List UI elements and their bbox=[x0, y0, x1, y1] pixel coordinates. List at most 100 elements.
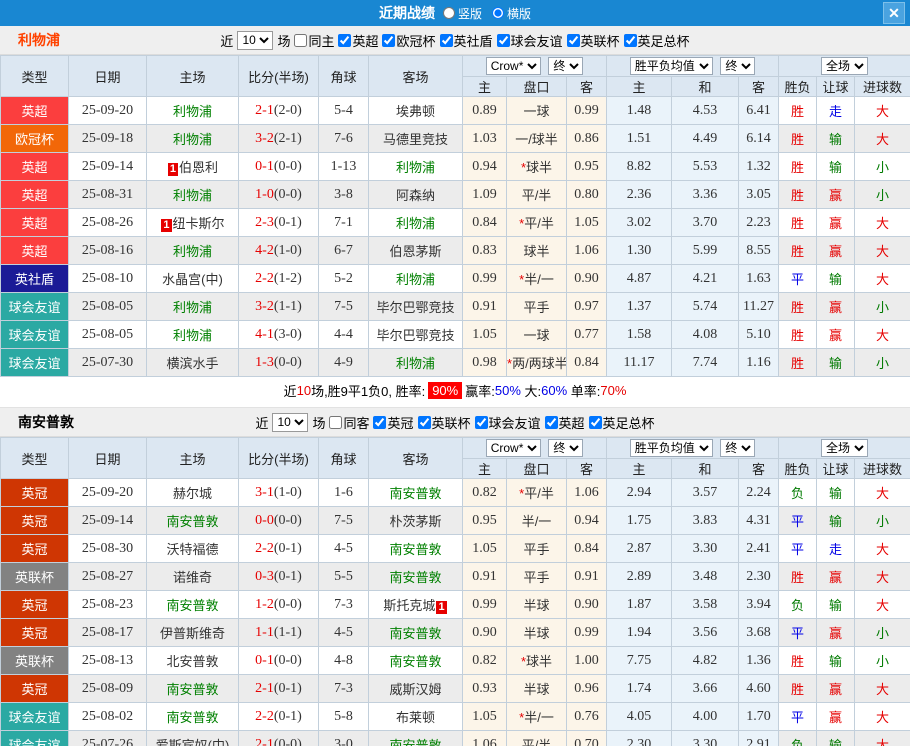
horizontal-radio[interactable] bbox=[492, 7, 504, 19]
league-filter[interactable]: 英社盾 bbox=[439, 31, 493, 50]
fulltime-score: 2-1 bbox=[255, 680, 274, 696]
same-venue-filter[interactable]: 同客 bbox=[329, 413, 369, 432]
home-team-name: 南安普敦 bbox=[166, 682, 219, 697]
col-header-corners: 角球 bbox=[318, 437, 369, 479]
league-filter[interactable]: 英超 bbox=[338, 31, 378, 50]
halftime-score: (0-0) bbox=[273, 354, 302, 370]
fulltime-score: 2-2 bbox=[255, 708, 274, 724]
col-header-goals: 进球数 bbox=[854, 458, 910, 479]
league-filter-checkbox[interactable] bbox=[417, 415, 431, 429]
close-button[interactable]: ✕ bbox=[883, 2, 905, 24]
league-filter[interactable]: 球会友谊 bbox=[496, 31, 563, 50]
league-filters: 英冠 英联杯 球会友谊 英超 英足总杯 bbox=[373, 413, 655, 432]
col-header-date: 日期 bbox=[68, 437, 147, 479]
avg-away: 4.60 bbox=[738, 674, 780, 703]
away-team-name: 南安普敦 bbox=[389, 486, 442, 501]
odds-source-select[interactable]: Crow* bbox=[485, 57, 541, 75]
recent-count-select[interactable]: 10 bbox=[272, 412, 309, 432]
avg-draw: 7.74 bbox=[671, 348, 740, 377]
league-filter-checkbox[interactable] bbox=[588, 415, 602, 429]
full-match-select[interactable]: 全场 bbox=[821, 439, 869, 457]
avg-home: 1.94 bbox=[606, 618, 673, 647]
league-filter[interactable]: 英足总杯 bbox=[588, 413, 655, 432]
league-filter[interactable]: 欧冠杯 bbox=[382, 31, 436, 50]
away-team-name: 南安普敦 bbox=[389, 626, 442, 641]
match-row: 英超 25-09-20 利物浦 2-1(2-0) 5-4 埃弗顿 0.89 一球 0.99 1.4… bbox=[0, 96, 910, 125]
league-filter-label: 英冠 bbox=[387, 415, 414, 431]
avg-source-select[interactable]: 胜平负均值 bbox=[629, 57, 713, 75]
league-filter-checkbox[interactable] bbox=[382, 33, 396, 47]
league-filter-checkbox[interactable] bbox=[566, 33, 580, 47]
league-filter[interactable]: 英冠 bbox=[373, 413, 414, 432]
vertical-radio[interactable] bbox=[442, 7, 455, 19]
same-venue-filter[interactable]: 同主 bbox=[294, 31, 334, 50]
avg-final-select[interactable]: 终 bbox=[720, 57, 756, 75]
fulltime-score: 0-1 bbox=[255, 158, 274, 174]
avg-away: 2.30 bbox=[738, 562, 780, 591]
avg-final-select[interactable]: 终 bbox=[720, 439, 756, 457]
away-team: 埃弗顿 bbox=[368, 96, 463, 125]
full-match-select[interactable]: 全场 bbox=[821, 57, 869, 75]
same-venue-checkbox[interactable] bbox=[329, 415, 343, 429]
summary-part: 10 bbox=[296, 382, 312, 398]
results-table: 类型 日期 主场 比分(半场) 角球 客场 Crow* 终 胜平负均值 终 全场… bbox=[0, 437, 910, 746]
halftime-score: (0-1) bbox=[273, 568, 302, 584]
league-filter[interactable]: 英联杯 bbox=[417, 413, 471, 432]
league-filter-checkbox[interactable] bbox=[439, 33, 453, 47]
summary-row: 近 10 场,胜9平1负0, 胜率: 90% 赢率: 50% 大: 60% 单率: 70% bbox=[0, 377, 910, 403]
result-cell: 负 bbox=[778, 590, 818, 619]
league-filter[interactable]: 球会友谊 bbox=[474, 413, 541, 432]
league-filter-label: 英社盾 bbox=[453, 33, 493, 49]
avg-draw: 3.56 bbox=[671, 618, 740, 647]
layout-horizontal-option[interactable]: 横版 bbox=[492, 5, 531, 22]
league-filter-checkbox[interactable] bbox=[373, 415, 387, 429]
corner-score: 5-5 bbox=[318, 562, 369, 591]
halftime-score: (0-0) bbox=[273, 512, 302, 528]
match-date: 25-08-27 bbox=[68, 562, 147, 591]
handicap-result-cell: 赢 bbox=[816, 236, 856, 265]
fulltime-score: 2-3 bbox=[255, 214, 274, 230]
league-filter-checkbox[interactable] bbox=[496, 33, 510, 47]
odds-source-select[interactable]: Crow* bbox=[485, 439, 541, 457]
avg-draw: 4.53 bbox=[671, 96, 740, 125]
league-filter-checkbox[interactable] bbox=[474, 415, 488, 429]
result-cell: 胜 bbox=[778, 320, 818, 349]
handicap-result-cell: 输 bbox=[816, 590, 856, 619]
handicap-text: 平手 bbox=[523, 542, 550, 557]
avg-home: 2.87 bbox=[606, 534, 673, 563]
league-filter-checkbox[interactable] bbox=[623, 33, 637, 47]
away-team: 南安普敦 bbox=[368, 478, 463, 507]
league-filter-checkbox[interactable] bbox=[544, 415, 558, 429]
league-filter-label: 英超 bbox=[352, 33, 379, 49]
league-filter[interactable]: 英超 bbox=[544, 413, 585, 432]
avg-away: 1.70 bbox=[738, 702, 780, 731]
handicap-text: 半/一 bbox=[521, 514, 552, 529]
same-venue-checkbox[interactable] bbox=[294, 33, 308, 47]
home-team-name: 水晶宫(中) bbox=[162, 272, 223, 287]
avg-home: 1.87 bbox=[606, 590, 673, 619]
avg-home: 7.75 bbox=[606, 646, 673, 675]
match-score: 2-2(0-1) bbox=[238, 702, 319, 731]
avg-draw: 3.66 bbox=[671, 674, 740, 703]
odds-group-header: Crow* 终 bbox=[461, 55, 608, 77]
games-label: 场 bbox=[312, 415, 326, 431]
match-date: 25-09-18 bbox=[68, 124, 147, 153]
avg-source-select[interactable]: 胜平负均值 bbox=[629, 439, 713, 457]
league-filter[interactable]: 英足总杯 bbox=[623, 31, 690, 50]
col-header-corners: 角球 bbox=[318, 55, 369, 97]
avg-home: 4.87 bbox=[606, 264, 673, 293]
avg-away: 6.14 bbox=[738, 124, 780, 153]
filter-controls: 近 10 场 同客 英冠 英联杯 球会友谊 英超 英足总杯 bbox=[255, 412, 655, 432]
league-filter-checkbox[interactable] bbox=[338, 33, 352, 47]
odds-home: 1.06 bbox=[462, 730, 507, 746]
recent-count-select[interactable]: 10 bbox=[237, 30, 274, 50]
filter-controls: 近 10 场 同主 英超 欧冠杯 英社盾 球会友谊 英联杯 英足总杯 bbox=[220, 30, 690, 50]
league-filter[interactable]: 英联杯 bbox=[566, 31, 620, 50]
corner-score: 4-9 bbox=[318, 348, 369, 377]
away-team: 利物浦 bbox=[368, 152, 463, 181]
odds-final-select[interactable]: 终 bbox=[548, 57, 584, 75]
odds-final-select[interactable]: 终 bbox=[548, 439, 584, 457]
layout-vertical-option[interactable]: 竖版 bbox=[442, 5, 482, 22]
odds-handicap: 球半 bbox=[506, 236, 567, 265]
match-date: 25-08-13 bbox=[68, 646, 147, 675]
